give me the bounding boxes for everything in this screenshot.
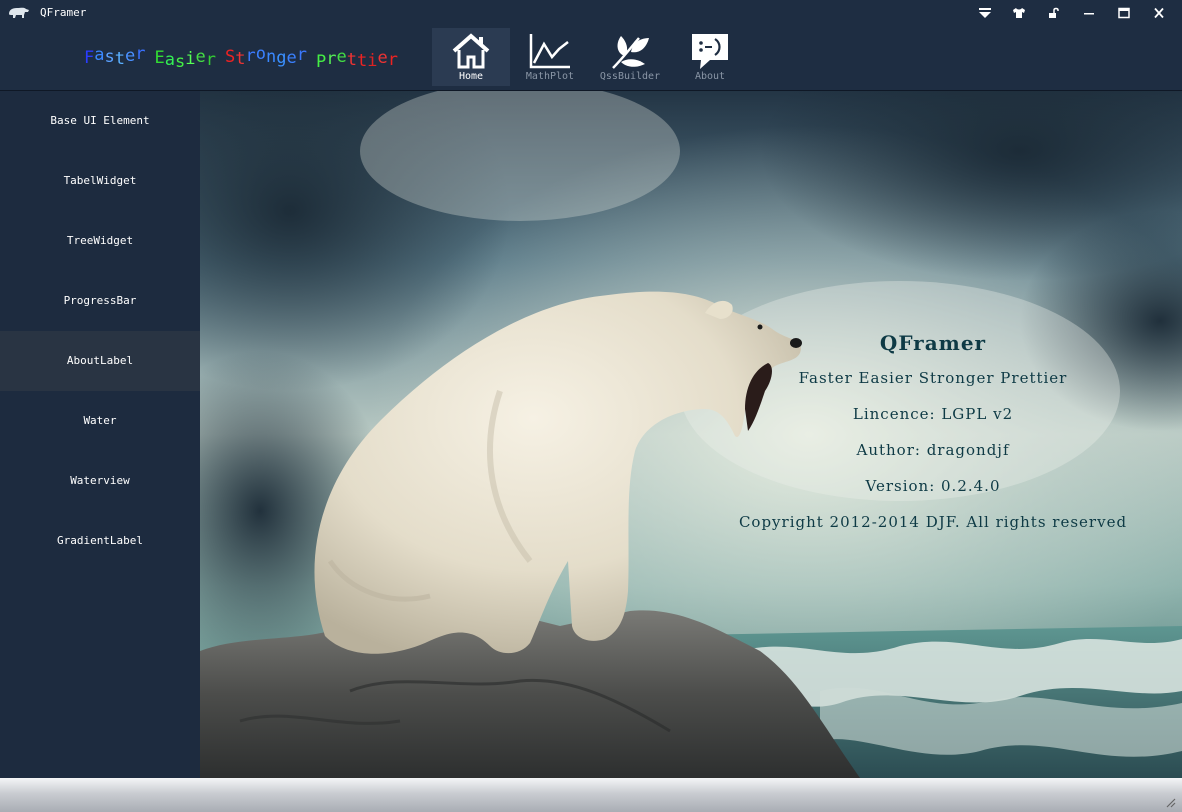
sidebar-item-label: TabelWidget bbox=[63, 174, 137, 187]
slogan: Faster Easier Stronger Prettier bbox=[84, 44, 407, 72]
home-icon bbox=[452, 33, 490, 69]
slogan-word: Easier bbox=[154, 47, 217, 72]
leaf-icon bbox=[612, 36, 649, 69]
nav-about[interactable]: About bbox=[671, 28, 749, 86]
title-bar: QFramer bbox=[0, 0, 1182, 26]
sidebar-item-label: Waterview bbox=[70, 474, 130, 487]
nav-mathplot-label: MathPlot bbox=[525, 71, 575, 82]
sidebar-item-label: Water bbox=[83, 414, 117, 427]
about-slogan: Faster Easier Stronger Prettier bbox=[798, 369, 1068, 387]
sidebar-item-label: ProgressBar bbox=[63, 294, 137, 307]
sidebar-item-label: TreeWidget bbox=[66, 234, 134, 247]
sidebar-item-base-ui-element[interactable]: Base UI Element bbox=[0, 91, 200, 151]
slogan-word: Stronger bbox=[225, 44, 307, 69]
sidebar-item-aboutlabel[interactable]: AboutLabel bbox=[0, 331, 200, 391]
speech-bubble-icon bbox=[692, 34, 728, 69]
nav-qssbuilder[interactable]: QssBuilder bbox=[591, 28, 669, 86]
sidebar-item-label: Base UI Element bbox=[50, 114, 150, 127]
sidebar-item-progressbar[interactable]: ProgressBar bbox=[0, 271, 200, 331]
slogan-word: Prettier bbox=[316, 47, 398, 72]
lock-button[interactable] bbox=[1041, 3, 1067, 23]
about-text-block: QFramer Faster Easier Stronger Prettier … bbox=[698, 331, 1168, 549]
about-title: QFramer bbox=[879, 331, 987, 355]
header: Faster Easier Stronger Prettier Home MathPl… bbox=[0, 26, 1182, 90]
minimize-button[interactable] bbox=[1076, 3, 1102, 23]
skin-button[interactable] bbox=[1006, 3, 1032, 23]
menu-button[interactable] bbox=[972, 3, 998, 23]
sidebar-item-label: AboutLabel bbox=[66, 354, 134, 367]
lock-icon bbox=[1049, 7, 1059, 18]
sidebar-item-water[interactable]: Water bbox=[0, 391, 200, 451]
about-panel: QFramer Faster Easier Stronger Prettier … bbox=[200, 91, 1182, 778]
sidebar-item-label: GradientLabel bbox=[56, 534, 144, 547]
maximize-icon bbox=[1118, 7, 1130, 19]
sidebar-item-treewidget[interactable]: TreeWidget bbox=[0, 211, 200, 271]
status-bar bbox=[0, 778, 1182, 812]
menu-icon bbox=[979, 8, 991, 18]
about-author: Author: dragondjf bbox=[856, 441, 1010, 459]
nav-qssbuilder-label: QssBuilder bbox=[599, 71, 661, 82]
nav-mathplot[interactable]: MathPlot bbox=[511, 28, 589, 86]
maximize-button[interactable] bbox=[1111, 3, 1137, 23]
about-copyright: Copyright 2012-2014 DJF. All rights rese… bbox=[738, 513, 1128, 531]
sidebar: Base UI Element TabelWidget TreeWidget P… bbox=[0, 91, 200, 778]
chart-line-icon bbox=[529, 34, 570, 69]
close-icon bbox=[1154, 7, 1164, 19]
window-title: QFramer bbox=[40, 6, 87, 19]
nav-home[interactable]: Home bbox=[432, 28, 510, 86]
resize-grip-icon[interactable] bbox=[1164, 796, 1176, 808]
slogan-word: Faster bbox=[84, 44, 146, 69]
polar-bear-logo-icon bbox=[9, 7, 29, 18]
nav-home-label: Home bbox=[458, 71, 484, 82]
minimize-icon bbox=[1084, 13, 1094, 15]
skin-icon bbox=[1013, 8, 1025, 18]
sidebar-item-gradientlabel[interactable]: GradientLabel bbox=[0, 511, 200, 571]
close-button[interactable] bbox=[1146, 3, 1172, 23]
about-licence: Lincence: LGPL v2 bbox=[852, 405, 1014, 423]
sidebar-item-tabelwidget[interactable]: TabelWidget bbox=[0, 151, 200, 211]
nav-about-label: About bbox=[694, 71, 726, 82]
about-version: Version: 0.2.4.0 bbox=[865, 477, 1001, 495]
sidebar-item-waterview[interactable]: Waterview bbox=[0, 451, 200, 511]
